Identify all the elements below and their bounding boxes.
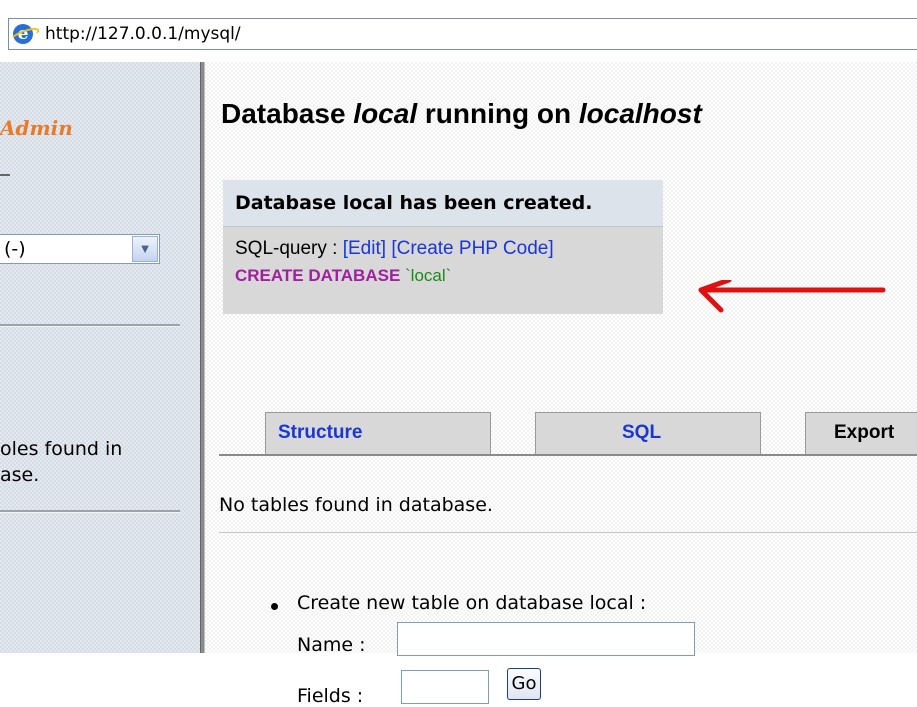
edit-link[interactable]: [Edit] <box>343 238 386 259</box>
tab-label: Export <box>834 422 895 443</box>
left-nav-frame: Admin (-) ▼ oles found in ase. <box>0 62 200 653</box>
title-db-name: local <box>353 98 418 129</box>
left-no-tables-message: oles found in ase. <box>0 436 196 488</box>
red-arrow-icon <box>698 280 886 313</box>
chevron-down-icon[interactable]: ▼ <box>132 236 158 262</box>
address-url[interactable]: http://127.0.0.1/mysql/ <box>45 24 241 44</box>
success-message-box: Database local has been created. SQL-que… <box>223 180 663 314</box>
sql-keyword: CREATE DATABASE <box>235 266 401 285</box>
create-php-code-link[interactable]: [Create PHP Code] <box>391 238 553 259</box>
message-heading: Database local has been created. <box>235 192 593 214</box>
tab-structure[interactable]: Structure <box>265 412 491 454</box>
tab-sql[interactable]: SQL <box>535 412 761 454</box>
fields-count-input[interactable] <box>401 670 489 704</box>
page-title: Database local running on localhost <box>221 98 702 130</box>
message-header: Database local has been created. <box>223 180 663 227</box>
database-select[interactable]: (-) ▼ <box>0 234 160 264</box>
address-bar: e http://127.0.0.1/mysql/ <box>0 0 917 63</box>
main-frame: Database local running on localhost Data… <box>205 62 917 707</box>
sql-query-label: SQL-query : <box>235 238 343 259</box>
title-prefix: Database <box>221 98 354 129</box>
sql-code: CREATE DATABASE `local` <box>235 266 451 286</box>
left-message-line: oles found in <box>0 438 123 460</box>
ie-icon: e <box>13 24 33 44</box>
title-host: localhost <box>578 98 702 129</box>
bullet-icon <box>271 603 278 610</box>
tab-label: Structure <box>278 422 363 443</box>
tab-label: SQL <box>622 422 662 443</box>
tab-export[interactable]: Export <box>805 412 917 454</box>
phpmyadmin-logo[interactable]: Admin <box>0 116 73 140</box>
address-field[interactable]: e http://127.0.0.1/mysql/ <box>8 18 917 50</box>
database-select-value: (-) <box>4 238 26 260</box>
sql-database-name: `local` <box>400 266 452 285</box>
left-message-line: ase. <box>0 464 40 486</box>
left-divider <box>0 510 180 513</box>
go-button[interactable]: Go <box>507 668 541 700</box>
create-table-label: Create new table on database local : <box>297 592 647 614</box>
tab-baseline <box>219 454 917 456</box>
content-divider <box>219 532 917 533</box>
left-tick <box>0 174 10 176</box>
fields-label: Fields : <box>297 685 364 707</box>
sql-query-line: SQL-query : [Edit] [Create PHP Code] <box>235 238 554 260</box>
title-middle: running on <box>417 98 579 129</box>
no-tables-message: No tables found in database. <box>219 494 493 516</box>
left-divider <box>0 324 180 327</box>
table-name-input[interactable] <box>397 622 695 656</box>
